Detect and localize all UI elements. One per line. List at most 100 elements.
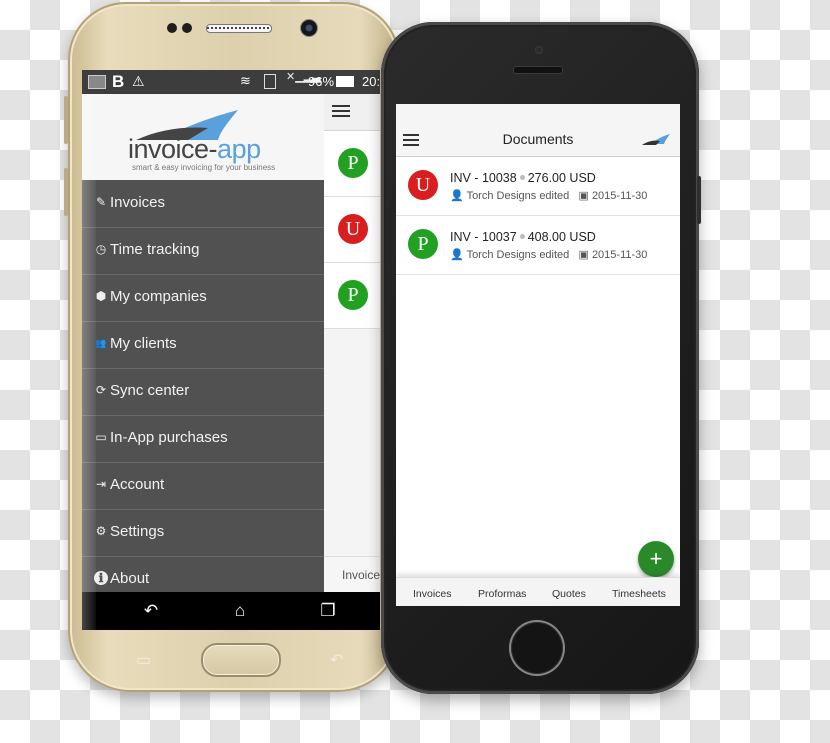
warning-icon: ⚠ [132, 73, 145, 89]
menu-item-account[interactable]: ⇥ Account [82, 463, 324, 510]
document-amount: 276.00 USD [527, 171, 596, 185]
battery-percent: 96% [308, 74, 335, 89]
cube-icon: ⬢ [95, 289, 107, 303]
user-icon: 👤 [450, 249, 464, 261]
tab-invoices[interactable]: Invoices [413, 588, 452, 600]
document-amount: 408.00 USD [527, 230, 596, 244]
add-document-button[interactable]: + [638, 541, 674, 577]
menu-item-label: My companies [110, 288, 207, 305]
proximity-sensor [167, 23, 177, 33]
list-item[interactable]: P [322, 263, 380, 329]
clock-icon: ◷ [95, 242, 107, 256]
menu-item-label: Time tracking [110, 241, 200, 258]
b-app-icon: B [112, 72, 125, 91]
keyboard-icon [88, 75, 106, 89]
logo-sail-icon [642, 134, 670, 145]
menu-item-invoices[interactable]: ✎ Invoices [82, 181, 324, 228]
iphone-screen: Documents U INV - 10038 276.00 USD 👤 Torc… [396, 104, 680, 606]
menu-item-label: Account [110, 476, 165, 493]
status-avatar: P [338, 148, 368, 178]
tab-quotes[interactable]: Quotes [552, 588, 586, 600]
separator-dot [519, 175, 525, 181]
tab-proformas[interactable]: Proformas [478, 588, 526, 600]
status-avatar: U [408, 170, 438, 200]
document-number: INV - 10037 [450, 230, 517, 244]
tab-timesheets[interactable]: Timesheets [612, 588, 666, 600]
status-avatar: P [408, 229, 438, 259]
earpiece-speaker [513, 66, 563, 74]
document-date: 2015-11-30 [591, 249, 648, 261]
volume-button [64, 168, 68, 216]
document-meta: 👤 Torch Designs edited ▣ 2015-11-30 [450, 189, 647, 202]
android-home-button[interactable] [201, 643, 281, 677]
battery-icon [336, 76, 354, 87]
background-app: P U P [322, 94, 380, 592]
menu-item-my-clients[interactable]: 👥 My clients [82, 322, 324, 369]
document-row[interactable]: U INV - 10038 276.00 USD 👤 Torch Designs … [396, 157, 680, 216]
users-icon: 👥 [95, 338, 107, 348]
gear-icon: ⚙ [95, 524, 107, 538]
logo-brand-light: app [217, 134, 261, 164]
document-title: INV - 10037 408.00 USD [450, 230, 596, 244]
client-text: Torch Designs edited [466, 190, 570, 202]
document-title: INV - 10038 276.00 USD [450, 171, 596, 185]
proximity-sensor [182, 23, 192, 33]
logo-tagline: smart & easy invoicing for your business [132, 163, 276, 172]
menu-item-in-app-purchases[interactable]: ▭ In-App purchases [82, 416, 324, 463]
document-date: 2015-11-30 [591, 190, 648, 202]
back-icon[interactable]: ↶ [140, 600, 162, 622]
document-row[interactable]: P INV - 10037 408.00 USD 👤 Torch Designs … [396, 216, 680, 275]
status-avatar: P [338, 280, 368, 310]
hamburger-menu-icon[interactable] [332, 105, 350, 107]
logo-brand-dark: invoice [128, 134, 209, 164]
info-icon: ℹ [94, 571, 108, 585]
calendar-icon: ▣ [578, 190, 589, 202]
bottom-tab-bar: Invoices Proformas Quotes Timesheets [396, 577, 680, 606]
wifi-icon: ≋ [240, 73, 251, 88]
list-item[interactable]: U [322, 197, 380, 263]
menu-item-label: Sync center [110, 382, 190, 399]
calendar-icon: ▣ [578, 249, 589, 261]
sign-in-icon: ⇥ [95, 477, 107, 491]
menu-item-label: Invoices [110, 194, 166, 211]
separator-dot [519, 234, 525, 240]
menu-item-my-companies[interactable]: ⬢ My companies [82, 275, 324, 322]
status-bar: B ⚠ ≋ ✕▁▂▃ 96% 20: [82, 70, 380, 94]
edit-icon: ✎ [95, 195, 107, 209]
recents-icon[interactable]: ❐ [317, 600, 339, 622]
credit-card-icon: ▭ [95, 430, 107, 444]
menu-item-time-tracking[interactable]: ◷ Time tracking [82, 228, 324, 275]
android-nav-bar: ↶ ⌂ ❐ [82, 592, 380, 630]
menu-item-label: My clients [110, 335, 177, 352]
status-avatar: U [338, 214, 368, 244]
app-header [322, 94, 380, 131]
page-title: Documents [502, 131, 574, 147]
clock: 20: [362, 74, 380, 89]
user-icon: 👤 [450, 190, 464, 202]
power-button [697, 176, 701, 224]
earpiece-speaker [206, 24, 272, 33]
volume-button [64, 96, 68, 144]
list-item[interactable]: P [322, 131, 380, 197]
recents-softkey-icon: ▭ [136, 652, 152, 669]
navigation-drawer: invoice‑app smart & easy invoicing for y… [82, 94, 324, 592]
menu-item-sync-center[interactable]: ⟳ Sync center [82, 369, 324, 416]
front-camera [300, 19, 318, 37]
menu-item-label: Settings [110, 523, 165, 540]
client-text: Torch Designs edited [466, 249, 570, 261]
home-icon[interactable]: ⌂ [229, 600, 251, 622]
app-header: Documents [396, 104, 680, 157]
document-number: INV - 10038 [450, 171, 517, 185]
document-meta: 👤 Torch Designs edited ▣ 2015-11-30 [450, 248, 647, 261]
front-camera [535, 46, 543, 54]
menu-item-label: In-App purchases [110, 429, 228, 446]
menu-item-label: About [110, 570, 150, 587]
android-screen: B ⚠ ≋ ✕▁▂▃ 96% 20: P U P Invoice invoice… [82, 70, 380, 630]
sim-alert-icon [264, 74, 276, 89]
iphone-home-button[interactable] [511, 622, 563, 674]
tab-invoices[interactable]: Invoice [322, 556, 380, 592]
app-logo: invoice‑app smart & easy invoicing for y… [82, 94, 324, 180]
back-softkey-icon: ↶ [330, 652, 344, 669]
sync-icon: ⟳ [95, 383, 107, 397]
menu-item-settings[interactable]: ⚙ Settings [82, 510, 324, 557]
